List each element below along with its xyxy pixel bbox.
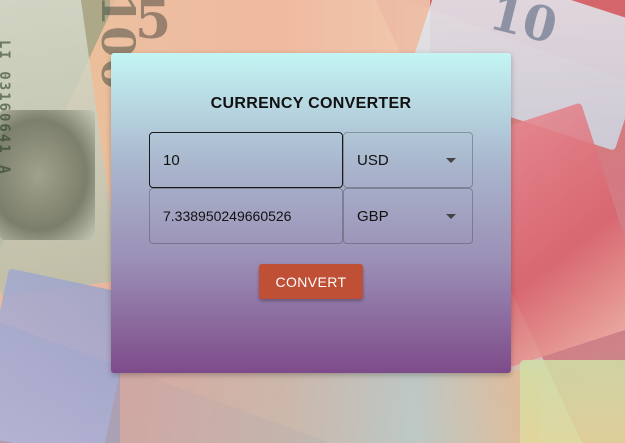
convert-button[interactable]: CONVERT xyxy=(259,264,363,299)
converter-card: CURRENCY CONVERTER 10 USD 7.338950249660… xyxy=(111,53,511,373)
from-currency-select[interactable]: USD xyxy=(343,132,473,188)
result-field[interactable]: 7.338950249660526 xyxy=(149,188,343,244)
page: 100 5 10 LI 03160641 A CURRENCY CONVERTE… xyxy=(0,0,625,443)
amount-input[interactable]: 10 xyxy=(149,132,343,188)
banknote-portrait xyxy=(0,110,95,240)
banknote-decoration xyxy=(120,370,540,443)
to-currency-value: GBP xyxy=(357,207,389,225)
amount-value: 10 xyxy=(163,151,180,169)
from-currency-value: USD xyxy=(357,151,389,169)
chevron-down-icon xyxy=(446,213,456,219)
page-title: CURRENCY CONVERTER xyxy=(210,95,412,112)
to-currency-select[interactable]: GBP xyxy=(343,188,473,244)
banknote-decoration xyxy=(520,360,625,443)
banknote-serial: LI 03160641 A xyxy=(0,40,12,176)
banknote-denomination: 5 xyxy=(135,0,172,51)
chevron-down-icon xyxy=(446,157,456,163)
result-value: 7.338950249660526 xyxy=(163,208,292,224)
